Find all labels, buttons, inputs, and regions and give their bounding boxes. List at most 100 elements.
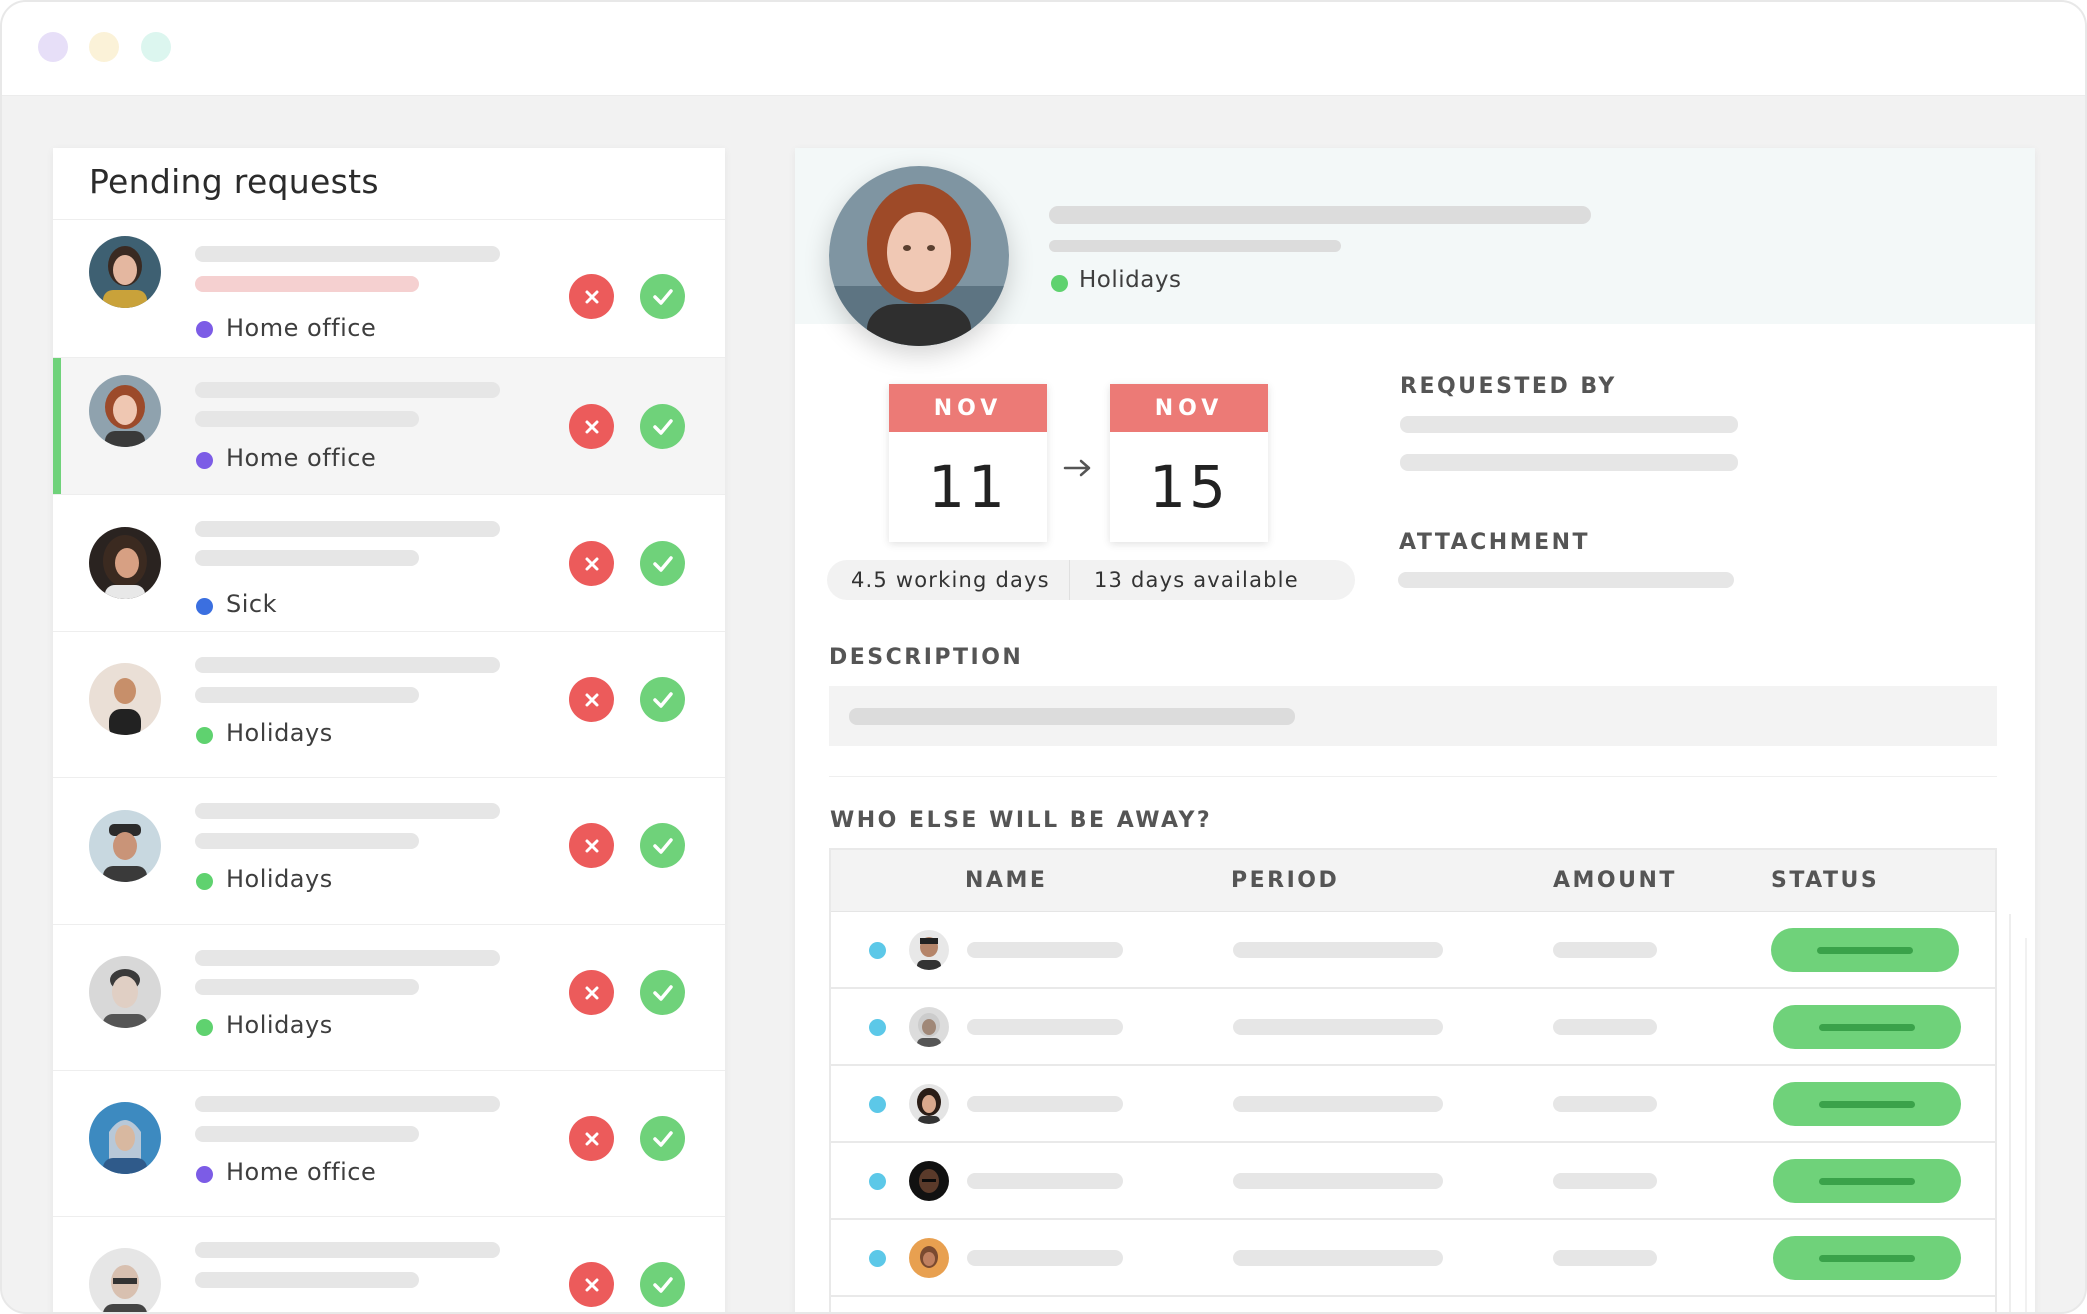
reject-button[interactable] bbox=[569, 823, 614, 868]
period-placeholder bbox=[1233, 1096, 1443, 1112]
status-pill bbox=[1773, 1159, 1961, 1203]
status-pill bbox=[1773, 1236, 1961, 1280]
description-placeholder bbox=[849, 708, 1295, 725]
away-label: WHO ELSE WILL BE AWAY? bbox=[830, 808, 1213, 833]
check-icon bbox=[652, 837, 673, 854]
status-pill bbox=[1773, 1005, 1961, 1049]
end-month: NOV bbox=[1110, 384, 1268, 432]
table-stack-edge bbox=[2025, 938, 2027, 1312]
request-type: Holidays bbox=[226, 1011, 333, 1039]
avatar bbox=[909, 1238, 949, 1278]
request-type: Home office bbox=[226, 444, 377, 472]
period-placeholder bbox=[1233, 1250, 1443, 1266]
status-pill bbox=[1773, 1082, 1961, 1126]
table-row[interactable] bbox=[831, 989, 1995, 1066]
reject-button[interactable] bbox=[569, 970, 614, 1015]
check-icon bbox=[652, 1276, 673, 1293]
window-minimize-dot[interactable] bbox=[89, 32, 119, 62]
table-row[interactable] bbox=[831, 912, 1995, 989]
avatar bbox=[89, 236, 161, 308]
start-day: 11 bbox=[928, 453, 1008, 521]
name-placeholder bbox=[195, 657, 500, 673]
status-dot bbox=[869, 1250, 886, 1267]
close-icon bbox=[585, 420, 598, 433]
close-icon bbox=[585, 1278, 598, 1291]
start-month: NOV bbox=[889, 384, 1047, 432]
approve-button[interactable] bbox=[640, 677, 685, 722]
amount-placeholder bbox=[1553, 1019, 1657, 1035]
window-close-dot[interactable] bbox=[38, 32, 68, 62]
type-dot bbox=[196, 452, 213, 469]
column-name: NAME bbox=[965, 868, 1048, 893]
avatar bbox=[89, 956, 161, 1028]
request-row[interactable]: Home office bbox=[53, 1070, 725, 1216]
name-placeholder bbox=[195, 1242, 500, 1258]
reject-button[interactable] bbox=[569, 404, 614, 449]
period-placeholder bbox=[1233, 1019, 1443, 1035]
close-icon bbox=[585, 693, 598, 706]
avatar bbox=[909, 930, 949, 970]
divider bbox=[1069, 560, 1070, 600]
name-placeholder bbox=[967, 1096, 1123, 1112]
type-dot bbox=[196, 873, 213, 890]
approve-button[interactable] bbox=[640, 404, 685, 449]
avatar bbox=[909, 1084, 949, 1124]
days-summary: 4.5 working days 13 days available bbox=[827, 560, 1355, 600]
avatar bbox=[89, 375, 161, 447]
avatar bbox=[89, 810, 161, 882]
approve-button[interactable] bbox=[640, 274, 685, 319]
detail-placeholder bbox=[195, 1272, 419, 1288]
requester-avatar bbox=[829, 166, 1009, 346]
window-maximize-dot[interactable] bbox=[141, 32, 171, 62]
requested-by-label: REQUESTED BY bbox=[1400, 374, 1617, 399]
period-placeholder bbox=[1233, 942, 1443, 958]
name-placeholder bbox=[967, 942, 1123, 958]
request-type: Holidays bbox=[226, 865, 333, 893]
request-row[interactable]: Home office bbox=[53, 357, 725, 494]
reject-button[interactable] bbox=[569, 541, 614, 586]
check-icon bbox=[652, 555, 673, 572]
detail-placeholder bbox=[195, 550, 419, 566]
request-row[interactable] bbox=[53, 1216, 725, 1312]
type-dot bbox=[196, 1019, 213, 1036]
status-dot bbox=[869, 1173, 886, 1190]
description-box bbox=[829, 686, 1997, 746]
approve-button[interactable] bbox=[640, 823, 685, 868]
request-row[interactable]: Holidays bbox=[53, 777, 725, 924]
request-type: Home office bbox=[226, 314, 377, 342]
avatar bbox=[89, 1248, 161, 1312]
reject-button[interactable] bbox=[569, 677, 614, 722]
table-row[interactable] bbox=[831, 1143, 1995, 1220]
table-header: NAME PERIOD AMOUNT STATUS bbox=[831, 850, 1995, 912]
request-row[interactable]: Home office bbox=[53, 219, 725, 357]
close-icon bbox=[585, 290, 598, 303]
reject-button[interactable] bbox=[569, 274, 614, 319]
attachment-label: ATTACHMENT bbox=[1399, 530, 1591, 555]
close-icon bbox=[585, 557, 598, 570]
type-dot bbox=[196, 1166, 213, 1183]
approve-button[interactable] bbox=[640, 970, 685, 1015]
table-row[interactable] bbox=[831, 1220, 1995, 1297]
approve-button[interactable] bbox=[640, 541, 685, 586]
request-row[interactable]: Holidays bbox=[53, 924, 725, 1070]
status-dot bbox=[869, 1096, 886, 1113]
description-label: DESCRIPTION bbox=[829, 645, 1024, 670]
avatar bbox=[909, 1161, 949, 1201]
attachment-placeholder[interactable] bbox=[1398, 572, 1734, 588]
table-row[interactable] bbox=[831, 1066, 1995, 1143]
start-date-calendar: NOV 11 bbox=[889, 384, 1047, 542]
name-placeholder bbox=[195, 803, 500, 819]
name-placeholder bbox=[195, 950, 500, 966]
approve-button[interactable] bbox=[640, 1116, 685, 1161]
request-row[interactable]: Holidays bbox=[53, 631, 725, 777]
check-icon bbox=[652, 1130, 673, 1147]
reject-button[interactable] bbox=[569, 1262, 614, 1307]
reject-button[interactable] bbox=[569, 1116, 614, 1161]
name-placeholder bbox=[195, 1096, 500, 1112]
request-row[interactable]: Sick bbox=[53, 494, 725, 631]
pending-requests-panel: Pending requests Home office Home office… bbox=[53, 148, 725, 1312]
request-detail-panel: Holidays NOV 11 NOV 15 4.5 working days … bbox=[795, 148, 2035, 1312]
close-icon bbox=[585, 986, 598, 999]
approve-button[interactable] bbox=[640, 1262, 685, 1307]
request-type: Holidays bbox=[226, 719, 333, 747]
